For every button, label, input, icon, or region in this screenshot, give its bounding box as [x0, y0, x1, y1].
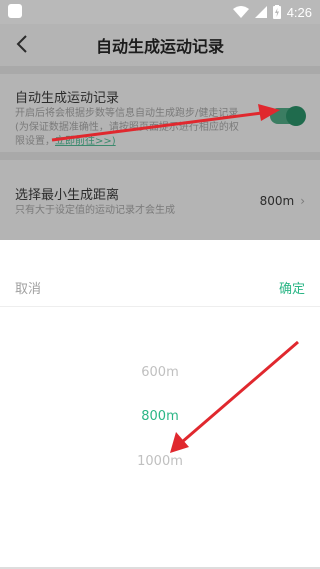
notification-icon	[8, 4, 22, 18]
confirm-button[interactable]: 确定	[279, 278, 305, 297]
min-distance-setting[interactable]: 选择最小生成距离 只有大于设定值的运动记录才会生成 800m ›	[0, 160, 320, 240]
status-bar: 4:26	[0, 0, 320, 24]
signal-icon	[254, 6, 267, 18]
nav-bar: 自动生成运动记录	[0, 24, 320, 66]
distance-picker-sheet: 取消 确定 600m 800m 1000m	[0, 240, 320, 569]
divider	[0, 152, 320, 160]
auto-record-title: 自动生成运动记录	[15, 91, 120, 106]
picker-option-800m[interactable]: 800m	[0, 409, 320, 424]
min-distance-description: 只有大于设定值的运动记录才会生成	[15, 205, 175, 216]
divider	[0, 66, 320, 74]
min-distance-value: 800m	[259, 194, 295, 208]
auto-record-desc-line2: (为保证数据准确性，请按照页面提示进行相应的权	[15, 122, 239, 133]
wifi-icon	[232, 6, 249, 18]
cancel-button[interactable]: 取消	[15, 278, 41, 297]
status-time: 4:26	[286, 4, 312, 20]
status-icons: 4:26	[232, 2, 312, 22]
screen: 4:26 自动生成运动记录 自动生成运动记录 开启后将会根据步数等信息自动生成跑…	[0, 0, 320, 569]
min-distance-title: 选择最小生成距离	[15, 188, 120, 203]
chevron-right-icon: ›	[300, 194, 305, 208]
auto-record-description: 开启后将会根据步数等信息自动生成跑步/健走记录 (为保证数据准确性，请按照页面提…	[15, 107, 260, 149]
auto-record-setting: 自动生成运动记录 开启后将会根据步数等信息自动生成跑步/健走记录 (为保证数据准…	[0, 74, 320, 152]
min-distance-value-row[interactable]: 800m ›	[260, 194, 305, 208]
picker-option-600m[interactable]: 600m	[0, 365, 320, 380]
auto-record-toggle[interactable]	[270, 106, 306, 126]
picker-header: 取消 确定	[0, 240, 320, 307]
auto-record-desc-line3-prefix: 限设置，	[15, 136, 55, 147]
picker-option-1000m[interactable]: 1000m	[0, 454, 320, 469]
page-title: 自动生成运动记录	[95, 37, 224, 56]
auto-record-desc-line3: 限设置，立即前往>>)	[15, 135, 260, 149]
battery-charging-icon	[272, 5, 281, 19]
go-now-link[interactable]: 立即前往>>)	[55, 136, 116, 147]
auto-record-desc-line1: 开启后将会根据步数等信息自动生成跑步/健走记录	[15, 108, 239, 119]
toggle-knob	[286, 106, 306, 126]
